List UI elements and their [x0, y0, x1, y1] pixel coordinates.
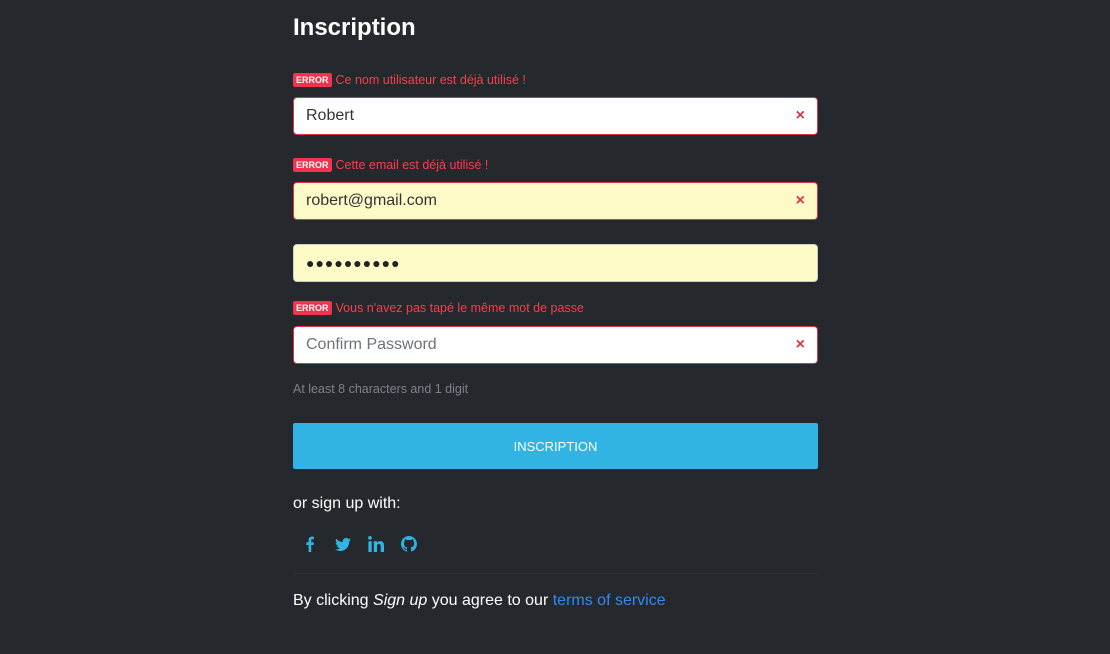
social-links: [293, 532, 425, 556]
email-error: ERROR Cette email est déjà utilisé !: [293, 157, 488, 173]
confirm-password-field[interactable]: Confirm Password ×: [293, 326, 818, 364]
error-text: Ce nom utilisateur est déjà utilisé !: [335, 73, 526, 87]
username-value: Robert: [306, 107, 355, 124]
divider: [293, 573, 818, 574]
email-field[interactable]: robert@gmail.com ×: [293, 182, 818, 220]
inscription-button[interactable]: INSCRIPTION: [293, 423, 818, 469]
password-value: ●●●●●●●●●●: [306, 255, 401, 271]
confirm-password-placeholder: Confirm Password: [306, 336, 437, 353]
confirm-error: ERROR Vous n'avez pas tapé le même mot d…: [293, 300, 584, 316]
error-text: Cette email est déjà utilisé !: [335, 158, 489, 172]
github-icon[interactable]: [392, 532, 425, 556]
terms-middle: you agree to our: [427, 592, 553, 609]
error-badge: ERROR: [293, 158, 332, 172]
close-icon[interactable]: ×: [796, 107, 805, 125]
close-icon[interactable]: ×: [796, 192, 805, 210]
terms-prefix: By clicking: [293, 592, 374, 609]
page-title: Inscription: [293, 14, 416, 41]
username-error: ERROR Ce nom utilisateur est déjà utilis…: [293, 72, 526, 88]
email-value: robert@gmail.com: [306, 192, 437, 209]
password-field[interactable]: ●●●●●●●●●●: [293, 244, 818, 282]
linkedin-icon[interactable]: [359, 532, 392, 556]
error-badge: ERROR: [293, 301, 332, 315]
terms-emphasis: Sign up: [373, 592, 428, 609]
alt-signup-label: or sign up with:: [293, 495, 401, 512]
twitter-icon[interactable]: [326, 532, 359, 556]
password-hint: At least 8 characters and 1 digit: [293, 382, 469, 396]
username-field[interactable]: Robert ×: [293, 97, 818, 135]
terms-of-service-link[interactable]: terms of service: [553, 592, 666, 609]
facebook-icon[interactable]: [293, 532, 326, 556]
error-badge: ERROR: [293, 73, 332, 87]
close-icon[interactable]: ×: [796, 336, 805, 354]
terms-text: By clicking Sign up you agree to our ter…: [293, 592, 666, 610]
error-text: Vous n'avez pas tapé le même mot de pass…: [335, 301, 584, 315]
